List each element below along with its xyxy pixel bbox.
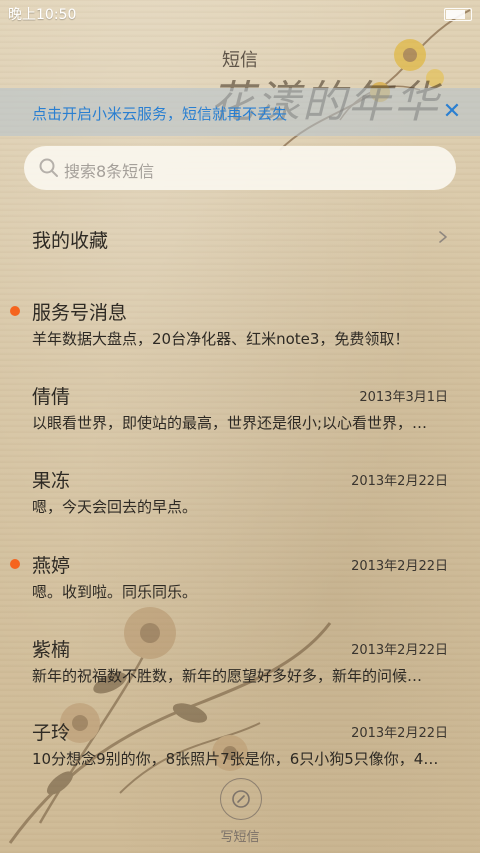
search-icon bbox=[39, 158, 58, 177]
unread-dot bbox=[10, 306, 20, 316]
thread-date: 2013年2月22日 bbox=[351, 559, 448, 574]
my-collection-label: 我的收藏 bbox=[32, 230, 109, 252]
compose-button[interactable]: 写短信 bbox=[212, 778, 268, 848]
status-time: 晚上10:50 bbox=[8, 7, 77, 23]
unread-dot bbox=[10, 559, 20, 569]
status-bar: 晚上10:50 bbox=[0, 0, 480, 28]
thread-snippet: 10分想念9别的你，8张照片7张是你，6只小狗5只像你，4… bbox=[32, 750, 439, 768]
thread-snippet: 以眼看世界，即使站的最高，世界还是很小;以心看世界，… bbox=[32, 414, 428, 432]
cloud-service-banner[interactable]: 点击开启小米云服务，短信就再不丢失 ✕ bbox=[0, 88, 480, 136]
compose-label[interactable]: 写短信 bbox=[212, 826, 268, 845]
search-box[interactable]: 搜索8条短信 bbox=[24, 146, 456, 190]
thread-name: 倩倩 bbox=[32, 386, 71, 408]
thread-date: 2013年2月22日 bbox=[351, 643, 448, 658]
thread-item[interactable]: 子玲 2013年2月22日 10分想念9别的你，8张照片7张是你，6只小狗5只像… bbox=[0, 718, 480, 778]
thread-item[interactable]: 倩倩 2013年3月1日 以眼看世界，即使站的最高，世界还是很小;以心看世界，… bbox=[0, 382, 480, 442]
thread-name: 果冻 bbox=[32, 470, 71, 492]
thread-name: 服务号消息 bbox=[32, 302, 128, 324]
thread-name: 紫楠 bbox=[32, 639, 71, 661]
thread-snippet: 嗯，今天会回去的早点。 bbox=[32, 498, 198, 516]
thread-date: 2013年2月22日 bbox=[351, 474, 448, 489]
thread-snippet: 新年的祝福数不胜数，新年的愿望好多好多，新年的问候… bbox=[32, 667, 423, 685]
thread-item[interactable]: 服务号消息 羊年数据大盘点，20台净化器、红米note3，免费领取！ bbox=[0, 298, 480, 358]
close-icon[interactable]: ✕ bbox=[438, 98, 466, 126]
battery-icon bbox=[444, 8, 472, 21]
thread-item[interactable]: 紫楠 2013年2月22日 新年的祝福数不胜数，新年的愿望好多好多，新年的问候… bbox=[0, 635, 480, 695]
page-title: 短信 bbox=[222, 50, 258, 71]
my-collection-item[interactable]: 我的收藏 bbox=[0, 216, 480, 260]
chevron-right-icon bbox=[439, 231, 447, 243]
thread-snippet: 嗯。收到啦。同乐同乐。 bbox=[32, 583, 198, 601]
thread-date: 2013年3月1日 bbox=[359, 390, 448, 405]
thread-name: 燕婷 bbox=[32, 555, 71, 577]
banner-text[interactable]: 点击开启小米云服务，短信就再不丢失 bbox=[32, 103, 287, 124]
thread-name: 子玲 bbox=[32, 722, 71, 744]
thread-item[interactable]: 燕婷 2013年2月22日 嗯。收到啦。同乐同乐。 bbox=[0, 551, 480, 611]
thread-snippet: 羊年数据大盘点，20台净化器、红米note3，免费领取！ bbox=[32, 330, 410, 348]
search-placeholder[interactable]: 搜索8条短信 bbox=[64, 158, 154, 182]
thread-date: 2013年2月22日 bbox=[351, 726, 448, 741]
thread-item[interactable]: 果冻 2013年2月22日 嗯，今天会回去的早点。 bbox=[0, 466, 480, 526]
compose-icon[interactable] bbox=[220, 778, 262, 820]
